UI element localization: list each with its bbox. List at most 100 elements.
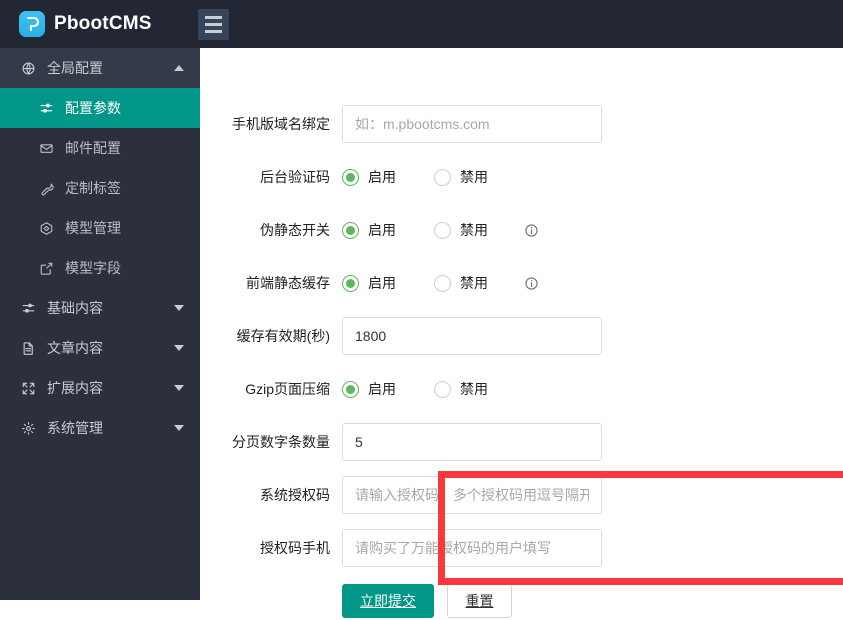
form-label-4: 缓存有效期(秒) [200, 326, 342, 346]
globe-icon [18, 61, 38, 76]
radio-option-5-1[interactable]: 禁用 [434, 379, 488, 399]
submit-button[interactable]: 立即提交 [342, 584, 434, 618]
form-row-4: 缓存有效期(秒) [200, 317, 843, 355]
sidebar-group-4[interactable]: 系统管理 [0, 408, 200, 448]
sliders-icon [18, 301, 38, 316]
gear-icon [18, 421, 38, 436]
sidebar-item-0[interactable]: 配置参数 [0, 88, 200, 128]
radio-dot[interactable] [434, 381, 451, 398]
info-circle-icon[interactable] [524, 223, 539, 238]
sidebar-item-label: 模型字段 [65, 258, 121, 278]
form-row-1: 后台验证码 启用 禁用 [200, 158, 843, 196]
radio-dot[interactable] [434, 275, 451, 292]
sidebar: 全局配置配置参数邮件配置定制标签模型管理模型字段基础内容文章内容扩展内容系统管理 [0, 48, 200, 600]
radio-group-3: 启用 禁用 [342, 273, 488, 293]
hamburger-bar [205, 30, 222, 33]
form-label-6: 分页数字条数量 [200, 432, 342, 452]
sidebar-group-2[interactable]: 文章内容 [0, 328, 200, 368]
radio-dot[interactable] [342, 222, 359, 239]
radio-group-2: 启用 禁用 [342, 220, 488, 240]
wrench-icon [37, 181, 56, 196]
info-circle-icon[interactable] [524, 276, 539, 291]
radio-option-5-0[interactable]: 启用 [342, 379, 396, 399]
radio-group-1: 启用 禁用 [342, 167, 488, 187]
form-input-7[interactable] [342, 476, 602, 514]
sidebar-group-label: 全局配置 [47, 58, 174, 78]
top-bar: PbootCMS [0, 0, 843, 48]
radio-dot[interactable] [434, 169, 451, 186]
chevron-down-icon[interactable] [174, 385, 184, 391]
chevron-down-icon[interactable] [174, 345, 184, 351]
chevron-down-icon[interactable] [174, 425, 184, 431]
form-input-0[interactable] [342, 105, 602, 143]
form-input-8[interactable] [342, 529, 602, 567]
sidebar-group-0[interactable]: 全局配置 [0, 48, 200, 88]
sidebar-item-label: 配置参数 [65, 98, 121, 118]
sidebar-item-3[interactable]: 模型管理 [0, 208, 200, 248]
radio-option-3-0[interactable]: 启用 [342, 273, 396, 293]
radio-option-label: 启用 [368, 273, 396, 293]
radio-dot[interactable] [342, 381, 359, 398]
hamburger-icon[interactable] [198, 9, 229, 40]
envelope-icon [37, 141, 56, 156]
form-row-0: 手机版域名绑定 [200, 105, 843, 143]
chevron-down-icon[interactable] [174, 305, 184, 311]
form-label-7: 系统授权码 [200, 485, 342, 505]
radio-option-2-1[interactable]: 禁用 [434, 220, 488, 240]
sidebar-item-label: 定制标签 [65, 178, 121, 198]
config-form-panel: 手机版域名绑定后台验证码启用禁用伪静态开关启用禁用前端静态缓存启用禁用缓存有效期… [200, 48, 843, 600]
reset-button[interactable]: 重置 [447, 584, 512, 618]
sidebar-group-3[interactable]: 扩展内容 [0, 368, 200, 408]
document-icon [18, 341, 38, 356]
reset-button-label: 重置 [466, 591, 494, 611]
radio-group-5: 启用 禁用 [342, 379, 488, 399]
sidebar-item-4[interactable]: 模型字段 [0, 248, 200, 288]
sidebar-group-label: 系统管理 [47, 418, 174, 438]
form-label-3: 前端静态缓存 [200, 273, 342, 293]
hamburger-bar [205, 23, 222, 26]
form-label-8: 授权码手机 [200, 538, 342, 558]
sidebar-item-label: 模型管理 [65, 218, 121, 238]
radio-option-1-0[interactable]: 启用 [342, 167, 396, 187]
sidebar-item-2[interactable]: 定制标签 [0, 168, 200, 208]
cube-icon [37, 221, 56, 236]
radio-option-label: 禁用 [460, 167, 488, 187]
form-input-4[interactable] [342, 317, 602, 355]
radio-dot[interactable] [434, 222, 451, 239]
form-label-5: Gzip页面压缩 [200, 379, 342, 399]
radio-option-label: 启用 [368, 220, 396, 240]
external-link-icon [37, 261, 56, 276]
radio-option-1-1[interactable]: 禁用 [434, 167, 488, 187]
form-row-6: 分页数字条数量 [200, 423, 843, 461]
form-label-1: 后台验证码 [200, 167, 342, 187]
radio-dot[interactable] [342, 275, 359, 292]
sidebar-item-1[interactable]: 邮件配置 [0, 128, 200, 168]
form-row-7: 系统授权码 [200, 476, 843, 514]
radio-option-3-1[interactable]: 禁用 [434, 273, 488, 293]
sidebar-group-1[interactable]: 基础内容 [0, 288, 200, 328]
radio-dot[interactable] [342, 169, 359, 186]
sliders-icon [37, 101, 56, 116]
sidebar-item-label: 邮件配置 [65, 138, 121, 158]
radio-option-label: 启用 [368, 167, 396, 187]
radio-option-label: 禁用 [460, 379, 488, 399]
sidebar-group-label: 文章内容 [47, 338, 174, 358]
brand-logo[interactable]: PbootCMS [0, 0, 200, 48]
sidebar-group-label: 基础内容 [47, 298, 174, 318]
sidebar-group-label: 扩展内容 [47, 378, 174, 398]
form-row-8: 授权码手机 [200, 529, 843, 567]
sidebar-submenu-0: 配置参数邮件配置定制标签模型管理模型字段 [0, 88, 200, 288]
form-actions-row: 立即提交 重置 [200, 582, 843, 620]
expand-icon [18, 381, 38, 396]
radio-option-label: 禁用 [460, 273, 488, 293]
radio-option-label: 禁用 [460, 220, 488, 240]
form-row-5: Gzip页面压缩 启用 禁用 [200, 370, 843, 408]
form-label-2: 伪静态开关 [200, 220, 342, 240]
chevron-up-icon[interactable] [174, 65, 184, 71]
form-row-2: 伪静态开关 启用 禁用 [200, 211, 843, 249]
pboot-logo-icon [19, 11, 45, 37]
form-input-6[interactable] [342, 423, 602, 461]
radio-option-2-0[interactable]: 启用 [342, 220, 396, 240]
radio-option-label: 启用 [368, 379, 396, 399]
form-row-3: 前端静态缓存 启用 禁用 [200, 264, 843, 302]
